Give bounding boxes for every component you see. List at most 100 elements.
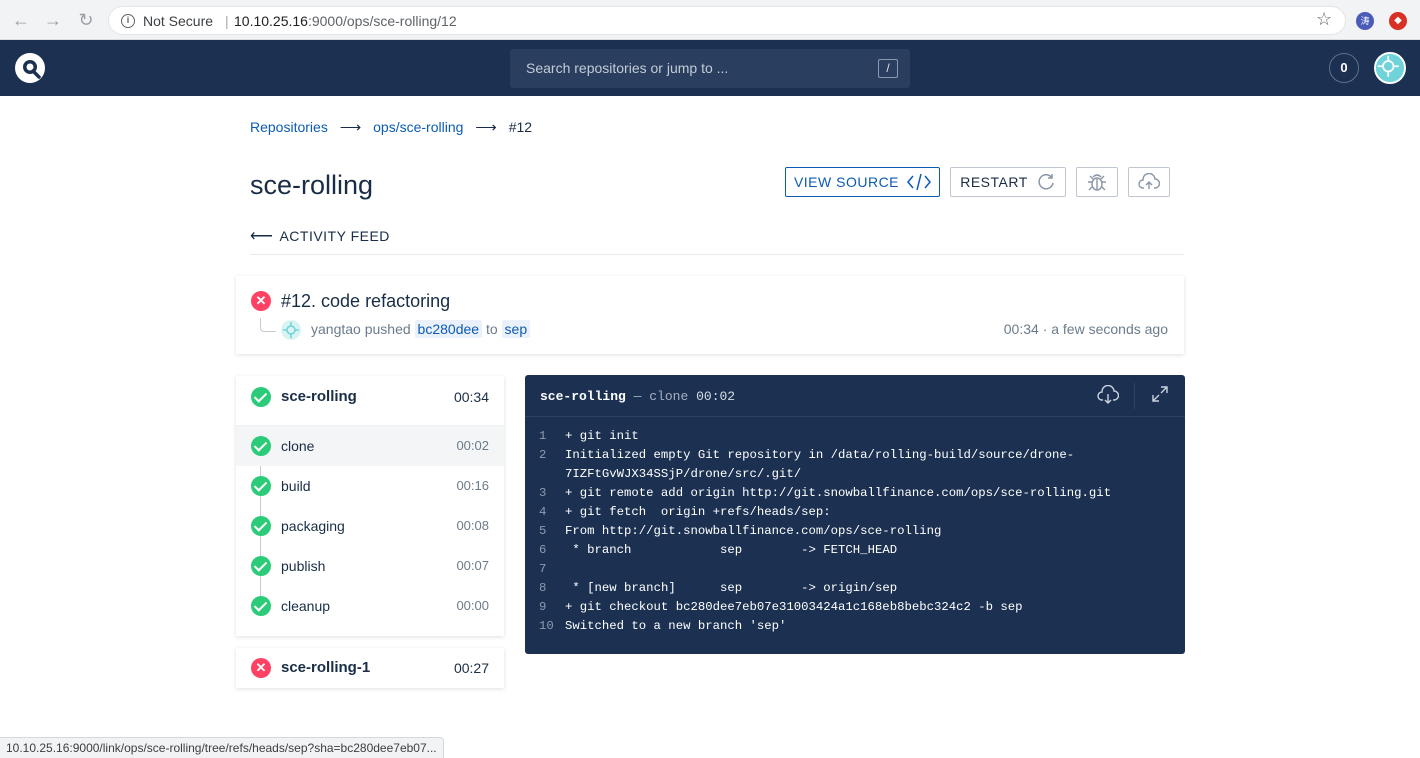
view-source-label: VIEW SOURCE	[793, 174, 900, 190]
stage-duration: 00:34	[453, 389, 489, 405]
success-status-icon	[251, 516, 271, 536]
step-item-build[interactable]: build 00:16	[236, 466, 504, 506]
step-item-clone[interactable]: clone 00:02	[236, 426, 504, 466]
commit-link[interactable]: bc280dee	[414, 320, 483, 338]
line-text: * [new branch] sep -> origin/sep	[565, 581, 898, 595]
line-text: Initialized empty Git repository in /dat…	[565, 448, 1075, 481]
build-summary-card[interactable]: ✕ #12. code refactoring yangtao pushed b…	[236, 276, 1184, 354]
step-duration: 00:07	[456, 558, 489, 573]
log-line: 5 From http://git.snowballfinance.com/ops…	[525, 522, 1185, 541]
step-duration: 00:02	[456, 438, 489, 453]
stage-header[interactable]: sce-rolling 00:34	[236, 376, 504, 426]
restart-button[interactable]: RESTART	[950, 167, 1066, 197]
line-number: 2	[539, 448, 547, 462]
activity-feed-link[interactable]: ⟵ ACTIVITY FEED	[250, 226, 390, 246]
log-line: 7	[525, 560, 1185, 579]
breadcrumb-repo[interactable]: ops/sce-rolling	[373, 119, 463, 135]
breadcrumb-arrow-icon: ⟶	[339, 119, 362, 136]
drone-logo-icon[interactable]	[15, 53, 45, 83]
info-icon[interactable]: i	[121, 14, 135, 28]
address-divider: |	[225, 13, 229, 29]
breadcrumb-arrow-icon: ⟶	[475, 119, 497, 136]
deploy-button[interactable]	[1128, 167, 1170, 197]
avatar-pattern-icon	[1376, 54, 1404, 82]
step-duration: 00:00	[456, 598, 489, 613]
restart-icon	[1038, 174, 1054, 190]
log-line: 1 + git init	[525, 427, 1185, 446]
extension-icon[interactable]: 涛	[1356, 12, 1374, 30]
build-meta: yangtao pushed bc280dee to sep	[311, 320, 531, 338]
build-title: #12. code refactoring	[281, 291, 451, 311]
cloud-upload-icon	[1138, 173, 1160, 189]
log-line: 9 + git checkout bc280dee7eb07e31003424a1…	[525, 598, 1185, 617]
stage-duration: 00:27	[453, 660, 489, 676]
line-number: 5	[539, 524, 547, 538]
breadcrumb-current: #12	[508, 119, 533, 135]
reload-icon[interactable]: ↻	[76, 10, 96, 30]
notification-count[interactable]: 0	[1329, 53, 1359, 83]
success-status-icon	[251, 387, 271, 407]
step-item-packaging[interactable]: packaging 00:08	[236, 506, 504, 546]
to-word: to	[485, 321, 498, 337]
success-status-icon	[251, 556, 271, 576]
log-duration: 00:02	[696, 389, 736, 404]
user-avatar[interactable]	[1374, 52, 1406, 84]
line-text: + git fetch origin +refs/heads/sep:	[565, 505, 831, 519]
line-number: 1	[539, 429, 547, 443]
log-title: sce-rolling — clone 00:02	[540, 389, 735, 404]
stage-name: sce-rolling	[281, 388, 357, 405]
step-duration: 00:16	[456, 478, 489, 493]
line-text: From http://git.snowballfinance.com/ops/…	[565, 524, 942, 538]
extension-red-icon[interactable]: ◆	[1389, 12, 1407, 30]
stage-name: sce-rolling-1	[281, 659, 371, 676]
line-text: + git remote add origin http://git.snowb…	[565, 486, 1112, 500]
line-text: + git init	[565, 429, 639, 443]
step-name: clone	[281, 438, 315, 454]
step-name: cleanup	[281, 598, 331, 614]
expand-icon[interactable]	[1149, 385, 1171, 407]
step-duration: 00:08	[456, 518, 489, 533]
log-line: 2 Initialized empty Git repository in /da…	[525, 446, 1185, 484]
build-time: 00:34 · a few seconds ago	[1003, 321, 1168, 337]
code-icon	[907, 173, 932, 191]
stage-panel: sce-rolling 00:34 clone 00:02 build 00:1…	[236, 376, 504, 636]
log-line: 8 * [new branch] sep -> origin/sep	[525, 579, 1185, 598]
line-text: Switched to a new branch 'sep'	[565, 619, 787, 633]
success-status-icon	[251, 476, 271, 496]
step-item-cleanup[interactable]: cleanup 00:00	[236, 586, 504, 626]
activity-feed-label: ACTIVITY FEED	[279, 228, 390, 244]
breadcrumb-repositories[interactable]: Repositories	[250, 119, 328, 135]
forward-arrow-icon[interactable]: →	[43, 10, 63, 30]
line-number: 7	[539, 562, 547, 576]
url-text[interactable]: 10.10.25.16:9000/ops/sce-rolling/12	[234, 13, 457, 29]
branch-link[interactable]: sep	[501, 320, 531, 338]
link-status-bar: 10.10.25.16:9000/link/ops/sce-rolling/tr…	[0, 737, 444, 758]
log-line: 4 + git fetch origin +refs/heads/sep:	[525, 503, 1185, 522]
back-arrow-icon[interactable]: ←	[11, 10, 31, 30]
author-avatar	[281, 320, 301, 340]
step-item-publish[interactable]: publish 00:07	[236, 546, 504, 586]
line-number: 3	[539, 486, 547, 500]
debug-button[interactable]	[1076, 167, 1118, 197]
view-source-button[interactable]: VIEW SOURCE	[785, 167, 940, 197]
line-number: 4	[539, 505, 547, 519]
expand-arrows-icon	[1152, 386, 1168, 402]
log-header: sce-rolling — clone 00:02	[525, 375, 1185, 417]
address-bar[interactable]: i Not Secure | 10.10.25.16:9000/ops/sce-…	[108, 6, 1346, 35]
download-icon[interactable]	[1097, 384, 1120, 407]
log-stage-name: sce-rolling	[540, 389, 626, 404]
restart-label: RESTART	[960, 174, 1028, 190]
build-action: pushed	[364, 321, 411, 337]
url-host: 10.10.25.16	[234, 13, 308, 29]
log-output: 1 + git init 2 Initialized empty Git repos…	[525, 427, 1185, 636]
bookmark-star-icon[interactable]: ☆	[1316, 9, 1332, 29]
line-text	[565, 560, 1125, 579]
cloud-download-icon	[1097, 384, 1120, 404]
line-number: 8	[539, 581, 547, 595]
search-input[interactable]: Search repositories or jump to ... /	[510, 49, 910, 88]
log-line: 3 + git remote add origin http://git.snow…	[525, 484, 1185, 503]
stage-panel[interactable]: ✕ sce-rolling-1 00:27	[236, 648, 504, 688]
failure-status-icon: ✕	[251, 291, 271, 311]
log-dash: —	[633, 389, 642, 404]
line-number: 10	[539, 619, 554, 633]
